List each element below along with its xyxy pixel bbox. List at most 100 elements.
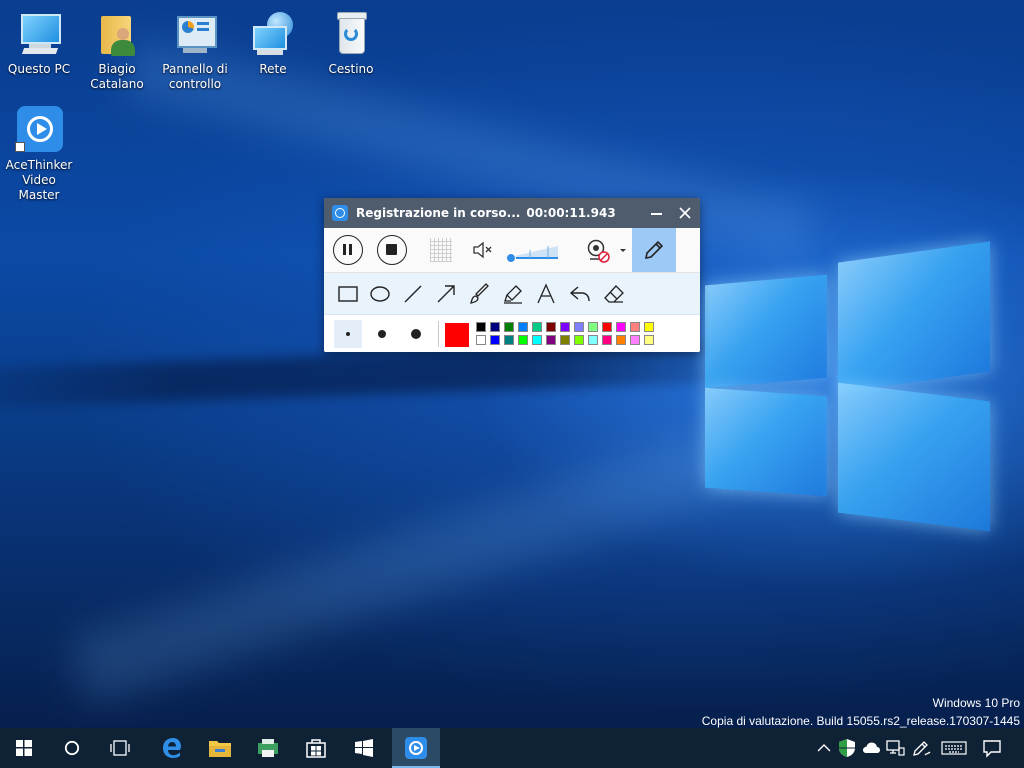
user-folder-icon (93, 10, 141, 58)
windows-defender-icon[interactable] (837, 738, 857, 758)
rectangle-tool-icon[interactable] (337, 283, 359, 305)
minimize-button[interactable] (646, 203, 666, 223)
annotate-pen-button[interactable] (632, 228, 676, 272)
recycle-bin-icon (327, 10, 375, 58)
desktop-icon-questo-pc[interactable]: Questo PC (0, 10, 78, 77)
computer-icon (15, 10, 63, 58)
color-swatch[interactable] (644, 322, 654, 332)
color-swatch[interactable] (602, 322, 612, 332)
drawing-tools-row (324, 273, 700, 315)
acethinker-taskbar-icon (405, 737, 427, 759)
recording-toolbar-window[interactable]: Registrazione in corso... 00:00:11.943 (324, 198, 700, 352)
size-dot-large (411, 329, 421, 339)
current-color-swatch[interactable] (445, 323, 469, 347)
color-swatch[interactable] (476, 335, 486, 345)
color-swatch[interactable] (532, 322, 542, 332)
color-swatch[interactable] (644, 335, 654, 345)
taskbar-edge[interactable] (148, 728, 196, 768)
volume-slider[interactable] (504, 240, 560, 263)
color-swatch[interactable] (518, 322, 528, 332)
desktop-icon-biagio-catalano[interactable]: Biagio Catalano (78, 10, 156, 92)
desktop-icon-label: Rete (259, 62, 287, 76)
acethinker-icon (15, 106, 63, 154)
color-swatch[interactable] (504, 335, 514, 345)
desktop-icon-acethinker-video-master[interactable]: AceThinker Video Master (0, 106, 78, 203)
color-swatch[interactable] (546, 322, 556, 332)
highlighter-tool-icon[interactable] (502, 283, 524, 305)
show-hidden-icons-chevron-icon[interactable] (814, 738, 834, 758)
brush-size-large[interactable] (402, 320, 430, 348)
pen-workspace-icon[interactable] (911, 738, 931, 758)
desktop-icon-rete[interactable]: Rete (234, 10, 312, 77)
color-palette (476, 322, 666, 348)
brush-size-medium[interactable] (368, 320, 396, 348)
minimize-icon (651, 213, 662, 215)
color-swatch[interactable] (574, 335, 584, 345)
desktop-icon-pannello-di-controllo[interactable]: Pannello di controllo (156, 10, 234, 92)
touch-keyboard-icon[interactable] (941, 738, 967, 758)
color-swatch[interactable] (560, 322, 570, 332)
drag-handle-icon[interactable] (430, 238, 452, 262)
pause-button[interactable] (333, 235, 363, 265)
desktop[interactable]: Questo PC Biagio Catalano Pannello di co… (0, 0, 1024, 728)
taskbar-windows-app[interactable] (340, 728, 388, 768)
color-swatch[interactable] (560, 335, 570, 345)
brush-size-small[interactable] (334, 320, 362, 348)
arrow-tool-icon[interactable] (435, 283, 457, 305)
size-dot-small (346, 332, 350, 336)
color-swatch[interactable] (602, 335, 612, 345)
desktop-icon-cestino[interactable]: Cestino (312, 10, 390, 77)
color-swatch[interactable] (588, 322, 598, 332)
windows-flag-icon (355, 739, 373, 757)
action-center-icon[interactable] (982, 738, 1002, 758)
desktop-icon-label: Questo PC (7, 62, 71, 76)
brush-tool-icon[interactable] (469, 283, 491, 305)
webcam-dropdown-chevron-icon[interactable] (619, 246, 627, 254)
close-icon (679, 207, 691, 219)
windows-start-icon (16, 740, 32, 756)
color-swatch[interactable] (630, 335, 640, 345)
color-swatch[interactable] (518, 335, 528, 345)
color-swatch[interactable] (616, 335, 626, 345)
color-swatch[interactable] (532, 335, 542, 345)
size-color-row (324, 315, 700, 352)
task-view-icon (110, 740, 130, 756)
speaker-muted-icon[interactable] (472, 240, 494, 260)
desktop-icon-label: Pannello di controllo (162, 62, 228, 91)
stop-button[interactable] (377, 235, 407, 265)
color-swatch[interactable] (490, 322, 500, 332)
color-swatch[interactable] (476, 322, 486, 332)
eraser-tool-icon[interactable] (603, 283, 625, 305)
color-swatch[interactable] (490, 335, 500, 345)
color-swatch[interactable] (616, 322, 626, 332)
color-swatch[interactable] (574, 322, 584, 332)
cortana-circle-icon (64, 740, 80, 756)
volume-thumb[interactable] (506, 253, 516, 263)
color-swatch[interactable] (630, 322, 640, 332)
taskbar-store[interactable] (292, 728, 340, 768)
cortana-button[interactable] (48, 728, 96, 768)
recording-timer: 00:00:11.943 (526, 206, 616, 220)
close-button[interactable] (675, 203, 695, 223)
taskbar-app-2[interactable] (244, 728, 292, 768)
divider (438, 321, 439, 347)
webcam-off-icon[interactable] (585, 238, 611, 264)
desktop-icon-label: Biagio Catalano (90, 62, 144, 91)
color-swatch[interactable] (504, 322, 514, 332)
taskbar-file-explorer[interactable] (196, 728, 244, 768)
line-tool-icon[interactable] (402, 283, 424, 305)
undo-tool-icon[interactable] (569, 283, 591, 305)
color-swatch[interactable] (588, 335, 598, 345)
control-panel-icon (171, 10, 219, 58)
taskbar-acethinker-active[interactable] (392, 728, 440, 768)
color-swatch[interactable] (546, 335, 556, 345)
start-button[interactable] (0, 728, 48, 768)
recorder-titlebar[interactable]: Registrazione in corso... 00:00:11.943 (324, 198, 700, 228)
task-view-button[interactable] (96, 728, 144, 768)
onedrive-cloud-icon[interactable] (861, 738, 881, 758)
text-tool-icon[interactable] (535, 283, 557, 305)
watermark-edition: Windows 10 Pro (932, 696, 1020, 710)
desktop-icon-label: Cestino (328, 62, 374, 76)
ellipse-tool-icon[interactable] (369, 283, 391, 305)
network-status-icon[interactable] (885, 738, 905, 758)
